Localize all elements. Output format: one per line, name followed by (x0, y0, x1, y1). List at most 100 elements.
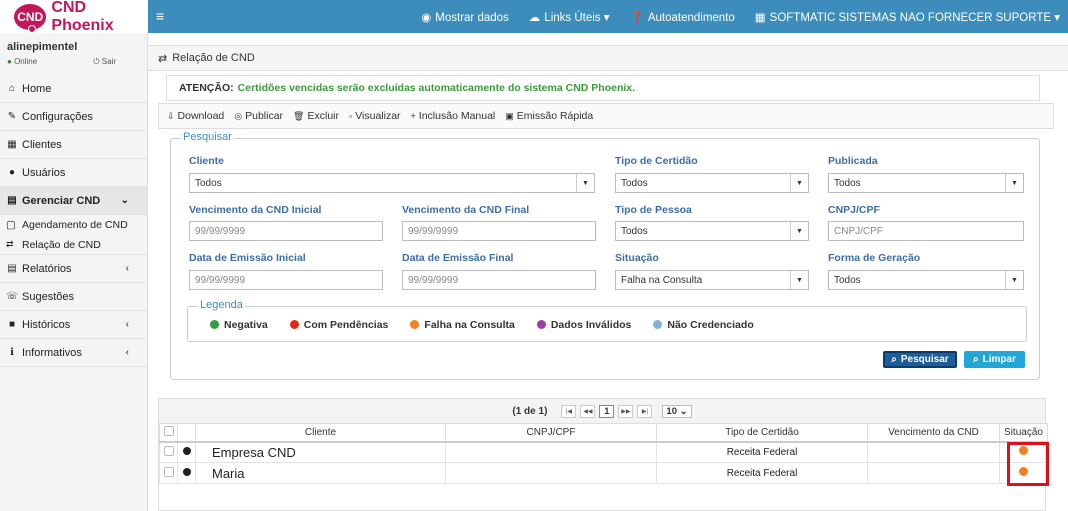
next-page-icon[interactable]: ▶▶ (618, 404, 634, 418)
company-dropdown[interactable]: ▦ SOFTMATIC SISTEMAS NAO FORNECER SUPORTE… (755, 10, 1060, 24)
results-table-panel: (1 de 1) |◀ ◀◀ 1 ▶▶ ▶| 10 ⌄ Cliente CNPJ… (158, 398, 1048, 511)
chevron-down-icon: ▼ (790, 222, 808, 240)
sidebar-item-informativos[interactable]: ℹ Informativos ‹ (0, 339, 147, 367)
sidebar-subitem-relacao[interactable]: ⇄ Relação de CND (0, 235, 147, 255)
tipo-certidao-select[interactable]: Todos ▼ (615, 173, 809, 193)
sidebar-item-home[interactable]: ⌂ Home (0, 75, 147, 103)
col-situacao[interactable]: Situação (999, 423, 1048, 443)
forma-geracao-select[interactable]: Todos ▼ (828, 270, 1024, 290)
col-cnpj[interactable]: CNPJ/CPF (445, 423, 657, 443)
file-icon: ▫ (349, 111, 353, 121)
col-vencimento[interactable]: Vencimento da CND (867, 423, 1000, 443)
legend-items: Negativa Com Pendências Falha na Consult… (210, 319, 754, 331)
legend-label: Negativa (224, 319, 268, 331)
expand-header (177, 423, 196, 443)
emissao-inicial-input[interactable]: 99/99/9999 (189, 270, 383, 290)
select-all-header[interactable] (159, 423, 178, 443)
expand-row-icon[interactable] (182, 446, 191, 455)
expand-row-icon[interactable] (182, 467, 191, 476)
table-row[interactable]: Empresa CND Receita Federal (159, 441, 1048, 463)
download-icon: ⇩ (167, 110, 175, 121)
user-panel: alinepimentel ● Online ⏻ Sair (0, 33, 147, 75)
table-header-row: Cliente CNPJ/CPF Tipo de Certidão Vencim… (159, 423, 1048, 443)
sidebar-subitem-label: Relação de CND (22, 238, 101, 251)
legend-item-pendencias: Com Pendências (289, 319, 388, 331)
links-uteis-dropdown[interactable]: ☁ Links Úteis ▾ (529, 10, 610, 24)
select-all-checkbox[interactable] (163, 425, 174, 436)
venc-inicial-placeholder: 99/99/9999 (195, 225, 246, 237)
sidebar-subitem-agendamento[interactable]: ▢ Agendamento de CND (0, 215, 147, 235)
situacao-select[interactable]: Falha na Consulta ▼ (615, 270, 809, 290)
cnpj-label: CNPJ/CPF (828, 204, 880, 216)
sidebar-item-label: Clientes (22, 138, 62, 151)
publicada-select[interactable]: Todos ▼ (828, 173, 1024, 193)
search-legend: Pesquisar (181, 131, 234, 143)
tipo-pessoa-select[interactable]: Todos ▼ (615, 221, 809, 241)
sidebar-item-usuarios[interactable]: ● Usuários (0, 159, 147, 187)
cnpj-input[interactable]: CNPJ/CPF (828, 221, 1024, 241)
row-expand-cell[interactable] (177, 462, 196, 484)
inclusao-manual-button[interactable]: + Inclusão Manual (411, 110, 496, 122)
forma-geracao-value: Todos (834, 274, 861, 286)
table-row[interactable]: Maria Receita Federal (159, 462, 1048, 484)
page-button[interactable]: 1 (599, 404, 615, 418)
venc-inicial-input[interactable]: 99/99/9999 (189, 221, 383, 241)
emissao-final-input[interactable]: 99/99/9999 (402, 270, 596, 290)
cnpj-placeholder: CNPJ/CPF (834, 225, 883, 237)
excluir-button[interactable]: 🗑 Excluir (293, 110, 339, 122)
cell-cnpj (445, 462, 657, 484)
autoatendimento-link[interactable]: ❓ Autoatendimento (630, 10, 735, 24)
col-tipo-certidao[interactable]: Tipo de Certidão (656, 423, 868, 443)
venc-final-input[interactable]: 99/99/9999 (402, 221, 596, 241)
last-page-icon[interactable]: ▶| (637, 404, 653, 418)
chevron-left-icon: ‹ (125, 263, 129, 274)
emissao-rapida-button[interactable]: ▣ Emissão Rápida (505, 110, 593, 122)
exchange-icon: ⇄ (158, 52, 168, 65)
sidebar-item-label: Históricos (22, 318, 71, 331)
chevron-left-icon: ‹ (125, 319, 129, 330)
sidebar-item-relatorios[interactable]: ▤ Relatórios ‹ (0, 255, 147, 283)
visualizar-button[interactable]: ▫ Visualizar (349, 110, 401, 122)
forma-geracao-label: Forma de Geração (828, 252, 921, 264)
annotation-highlight-box (1007, 442, 1049, 486)
sidebar-item-historicos[interactable]: ■ Históricos ‹ (0, 311, 147, 339)
legend-box: Legenda Negativa Com Pendências Falha na… (187, 299, 1027, 342)
building-icon: ▦ (754, 11, 766, 24)
row-checkbox-cell[interactable] (159, 441, 178, 463)
row-checkbox[interactable] (163, 445, 174, 456)
logo-badge-text: CND (17, 9, 44, 24)
building-icon: ▦ (7, 139, 17, 150)
sidebar-item-gerenciar-cnd[interactable]: ▤ Gerenciar CND ⌄ (0, 187, 147, 215)
logout-link[interactable]: ⏻ Sair (93, 57, 116, 67)
sidebar-item-configuracoes[interactable]: ✎ Configurações (0, 103, 147, 131)
page-title: Relação de CND (172, 52, 255, 64)
legend-item-nao-credenciado: Não Credenciado (653, 319, 754, 331)
limpar-button[interactable]: ⌕ Limpar (964, 351, 1025, 368)
col-cliente[interactable]: Cliente (195, 423, 446, 443)
menu-toggle-icon[interactable]: ≡ (156, 8, 164, 24)
visualizar-label: Visualizar (355, 110, 401, 122)
row-expand-cell[interactable] (177, 441, 196, 463)
situacao-value: Falha na Consulta (621, 274, 703, 286)
cliente-select[interactable]: Todos ▼ (189, 173, 595, 193)
inclusao-manual-label: Inclusão Manual (418, 110, 496, 122)
page-header: ⇄ Relação de CND (148, 45, 1068, 71)
row-checkbox[interactable] (163, 466, 174, 477)
first-page-icon[interactable]: |◀ (561, 404, 577, 418)
pesquisar-button[interactable]: ⌕ Pesquisar (883, 351, 957, 368)
trash-icon: 🗑 (293, 110, 305, 121)
logo[interactable]: CND CND Phoenix (0, 0, 148, 34)
publicar-label: Publicar (245, 110, 284, 122)
legend-title: Legenda (198, 299, 245, 311)
publicar-button[interactable]: ◎ Publicar (234, 110, 283, 122)
download-button[interactable]: ⇩ Download (167, 110, 224, 122)
situacao-label: Situação (615, 252, 659, 264)
user-icon: ● (8, 167, 16, 178)
mostrar-dados-link[interactable]: ◉ Mostrar dados (421, 10, 509, 24)
row-checkbox-cell[interactable] (159, 462, 178, 484)
rows-per-page-select[interactable]: 10 ⌄ (662, 404, 692, 418)
prev-page-icon[interactable]: ◀◀ (580, 404, 596, 418)
sidebar-item-clientes[interactable]: ▦ Clientes (0, 131, 147, 159)
cell-tipo-certidao: Receita Federal (656, 462, 868, 484)
sidebar-item-sugestoes[interactable]: ☏ Sugestões (0, 283, 147, 311)
